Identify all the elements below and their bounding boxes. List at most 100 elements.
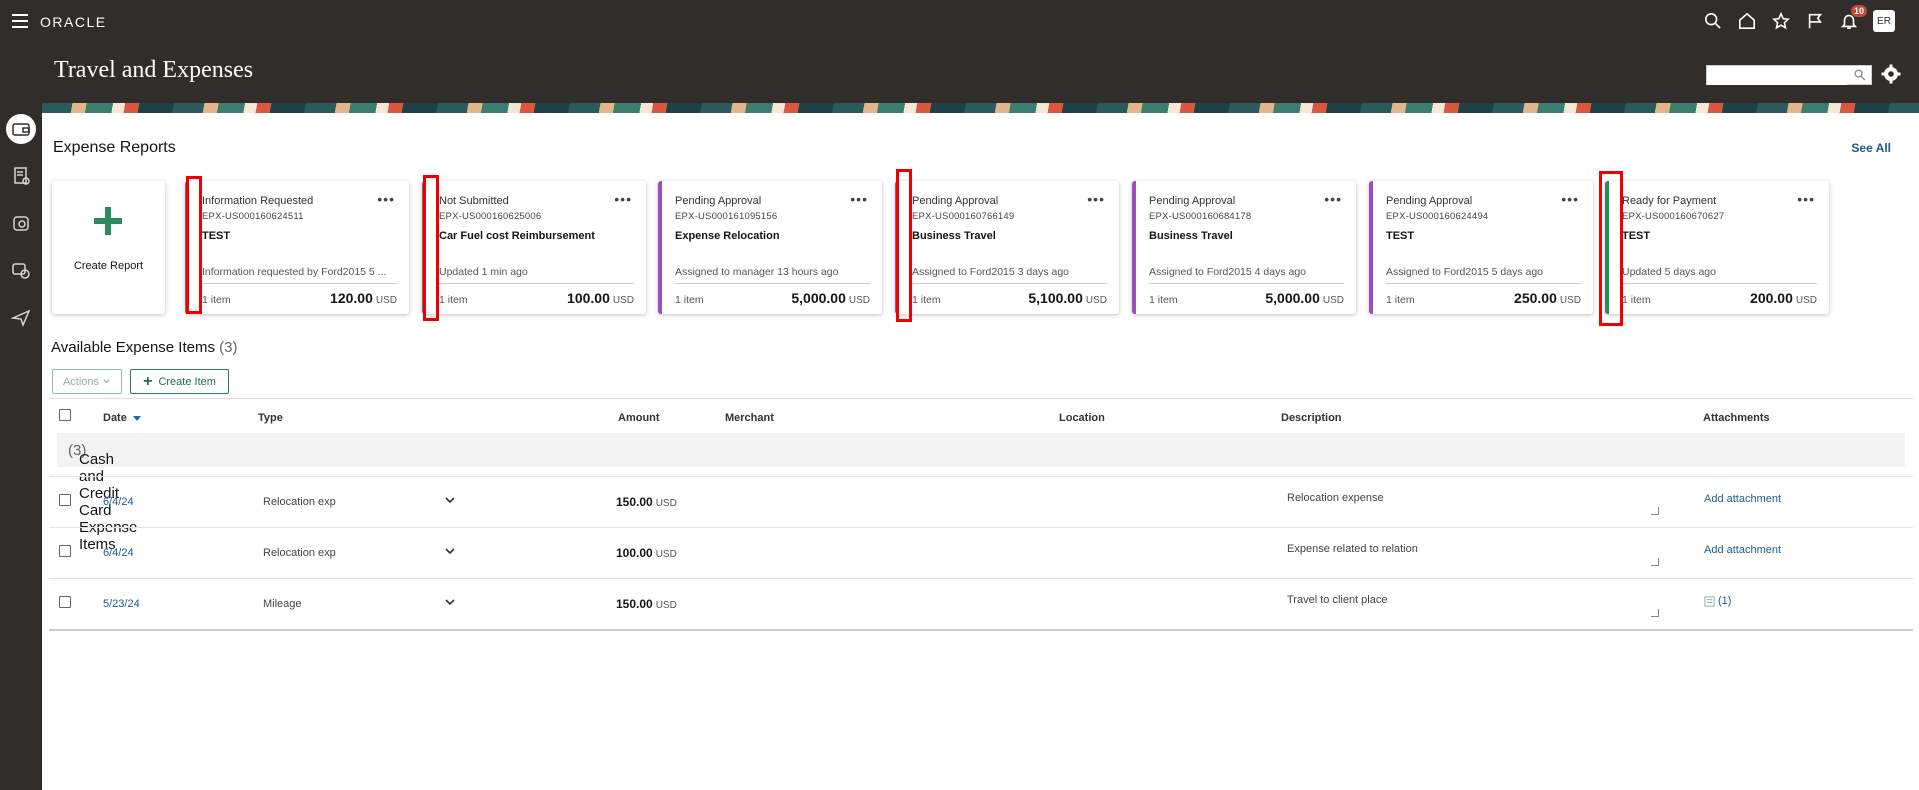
item-description[interactable]: Relocation expense (1287, 492, 1384, 504)
report-number: EPX-US000160625006 (439, 211, 542, 222)
report-item-count: 1 item (1622, 294, 1651, 306)
report-name: Business Travel (1149, 230, 1233, 242)
table-row[interactable]: 6/4/24 Relocation exp 100.00 USD Expense … (49, 527, 1913, 578)
report-number: EPX-US000160684178 (1149, 211, 1252, 222)
wallet-icon[interactable] (6, 114, 36, 144)
report-item-count: 1 item (1386, 294, 1415, 306)
textarea-resize-handle[interactable] (1651, 609, 1659, 617)
menu-icon[interactable] (12, 14, 28, 28)
report-item-count: 1 item (1149, 294, 1178, 306)
item-description[interactable]: Expense related to relation (1287, 543, 1418, 555)
attachment-link[interactable]: Add attachment (1704, 544, 1781, 556)
more-options-icon[interactable]: ••• (1561, 191, 1579, 207)
more-options-icon[interactable]: ••• (850, 191, 868, 207)
card-divider (912, 283, 1107, 284)
create-item-label: Create Item (158, 375, 216, 388)
more-options-icon[interactable]: ••• (1087, 191, 1105, 207)
create-report-card[interactable]: Create Report (52, 181, 165, 314)
select-all-checkbox[interactable] (59, 409, 71, 421)
chevron-down-icon (103, 379, 110, 384)
see-all-link[interactable]: See All (1851, 141, 1891, 155)
available-expense-items-title: Available Expense Items (3) (51, 339, 238, 356)
table-bottom-border (49, 629, 1913, 631)
header-search-input[interactable] (1707, 67, 1847, 85)
row-checkbox[interactable] (59, 545, 71, 557)
report-info: Assigned to Ford2015 3 days ago (912, 266, 1070, 278)
more-options-icon[interactable]: ••• (1324, 191, 1342, 207)
report-info: Information requested by Ford2015 5 ... (202, 266, 387, 278)
table-divider (49, 398, 1913, 399)
expense-report-card[interactable]: Ready for Payment ••• EPX-US000160670627… (1605, 181, 1829, 314)
expense-report-card[interactable]: Pending Approval ••• EPX-US000160624494 … (1369, 181, 1593, 314)
column-header-amount: Amount (618, 412, 660, 424)
item-date[interactable]: 5/23/24 (103, 598, 140, 610)
expense-report-card[interactable]: Not Submitted ••• EPX-US000160625006 Car… (422, 181, 646, 314)
table-row[interactable]: 6/4/24 Relocation exp 150.00 USD Relocati… (49, 476, 1913, 527)
chevron-down-icon[interactable] (443, 493, 457, 507)
report-number: EPX-US000160624494 (1386, 211, 1489, 222)
highlight-marker (423, 175, 439, 321)
card-divider (1149, 283, 1344, 284)
airplane-icon[interactable] (6, 302, 36, 332)
header-search-field[interactable] (1706, 65, 1872, 85)
report-amount: 5,100.00 USD (1028, 290, 1107, 306)
row-checkbox[interactable] (59, 494, 71, 506)
item-date[interactable]: 6/4/24 (103, 496, 134, 508)
report-info: Assigned to manager 13 hours ago (675, 266, 839, 278)
report-amount: 250.00 USD (1514, 290, 1581, 306)
item-description[interactable]: Travel to client place (1287, 594, 1387, 606)
create-item-button[interactable]: + Create Item (130, 369, 229, 394)
column-header-date[interactable]: Date (103, 412, 141, 424)
sort-descending-icon[interactable] (132, 415, 141, 421)
more-options-icon[interactable]: ••• (1797, 191, 1815, 207)
report-status: Pending Approval (1149, 195, 1236, 207)
header-icons: 10 ER (1703, 5, 1895, 32)
table-row[interactable]: 5/23/24 Mileage 150.00 USD Travel to clie… (49, 578, 1913, 629)
more-options-icon[interactable]: ••• (377, 191, 395, 207)
report-name: TEST (1386, 230, 1415, 242)
textarea-resize-handle[interactable] (1651, 507, 1659, 515)
actions-label: Actions (62, 375, 100, 388)
approval-document-icon[interactable] (6, 161, 36, 191)
chevron-down-icon[interactable] (443, 544, 457, 558)
report-status: Pending Approval (912, 195, 999, 207)
report-name: TEST (1622, 230, 1651, 242)
favorites-star-icon[interactable] (1771, 11, 1791, 31)
chevron-down-icon[interactable] (443, 595, 457, 609)
attachment-icon[interactable] (1704, 596, 1715, 607)
user-avatar[interactable]: ER (1873, 10, 1895, 32)
expense-report-card[interactable]: Pending Approval ••• EPX-US000160684178 … (1132, 181, 1356, 314)
card-transactions-icon[interactable] (6, 208, 36, 238)
item-date[interactable]: 6/4/24 (103, 547, 134, 559)
row-checkbox[interactable] (59, 596, 71, 608)
expense-report-card[interactable]: Information Requested ••• EPX-US00016062… (185, 181, 409, 314)
expense-audit-icon[interactable] (6, 255, 36, 285)
oracle-logo[interactable]: ORACLE (40, 14, 107, 30)
item-amount: 150.00 USD (616, 495, 677, 509)
report-info: Assigned to Ford2015 5 days ago (1386, 266, 1544, 278)
home-icon[interactable] (1737, 11, 1757, 31)
card-divider (1622, 283, 1817, 284)
expense-report-card[interactable]: Pending Approval ••• EPX-US000160766149 … (895, 181, 1119, 314)
card-divider (675, 283, 870, 284)
attachment-link[interactable]: (1) (1704, 595, 1731, 607)
card-divider (202, 283, 397, 284)
column-header-type: Type (258, 412, 283, 424)
report-status: Not Submitted (439, 195, 509, 207)
search-icon[interactable] (1703, 11, 1723, 31)
textarea-resize-handle[interactable] (1651, 558, 1659, 566)
search-icon[interactable] (1853, 68, 1867, 82)
report-status: Information Requested (202, 195, 314, 207)
report-number: EPX-US000160624511 (202, 211, 304, 222)
expense-reports-title: Expense Reports (53, 139, 176, 156)
gear-icon[interactable] (1881, 64, 1901, 84)
report-number: EPX-US000160766149 (912, 211, 1015, 222)
expense-report-card[interactable]: Pending Approval ••• EPX-US000161095156 … (658, 181, 882, 314)
page-title: Travel and Expenses (54, 57, 254, 83)
column-header-location: Location (1059, 412, 1105, 424)
notifications-bell-icon[interactable]: 10 (1839, 5, 1867, 31)
actions-button[interactable]: Actions (52, 369, 122, 394)
more-options-icon[interactable]: ••• (614, 191, 632, 207)
attachment-link[interactable]: Add attachment (1704, 493, 1781, 505)
flag-icon[interactable] (1805, 11, 1825, 31)
